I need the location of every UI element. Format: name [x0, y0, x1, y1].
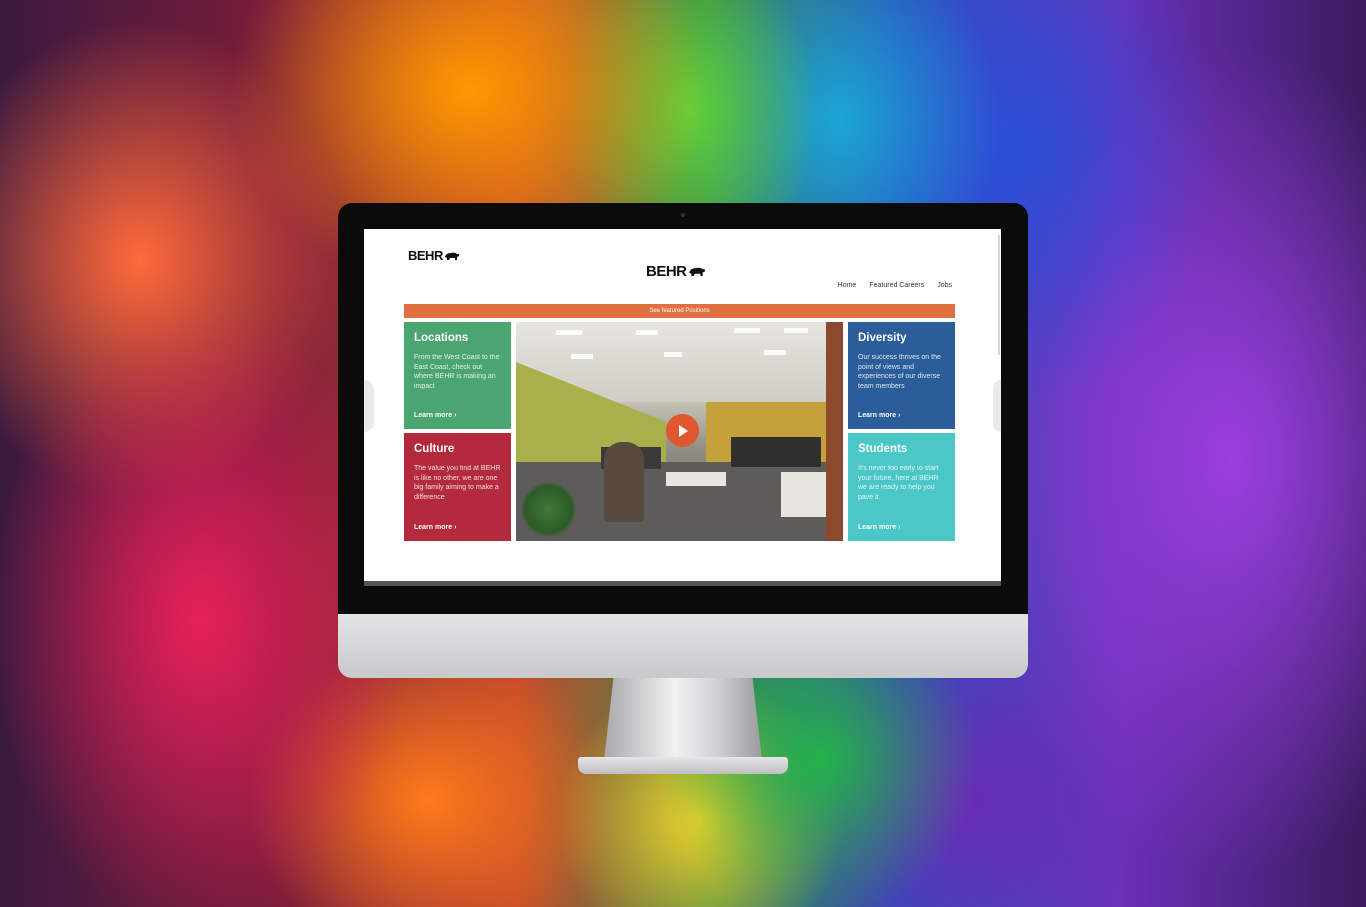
nav-home[interactable]: Home [838, 282, 857, 289]
bear-icon [688, 267, 705, 276]
top-nav: Home Featured Careers Jobs [838, 282, 952, 289]
chevron-right-icon: › [454, 524, 457, 531]
tile-title: Locations [414, 332, 469, 344]
person [604, 442, 644, 522]
camera [681, 213, 685, 217]
bear-icon [444, 252, 459, 260]
learn-more-link[interactable]: Learn more › [858, 412, 900, 419]
cubicles [731, 437, 821, 467]
monitor-chin [338, 614, 1028, 678]
plant [521, 482, 576, 537]
logo-small[interactable]: BEHR [408, 248, 460, 263]
logo-text: BEHR [408, 248, 443, 263]
logo-main[interactable]: BEHR [646, 263, 706, 280]
scrollbar[interactable] [998, 235, 1000, 355]
desk [666, 472, 726, 486]
tile-title: Diversity [858, 332, 907, 344]
ceiling-light [636, 330, 658, 335]
ceiling-light [734, 328, 760, 333]
tile-title: Culture [414, 443, 455, 455]
learn-more-link[interactable]: Learn more › [414, 524, 456, 531]
ceiling-light [556, 330, 582, 335]
monitor-stand [604, 678, 762, 760]
nav-featured-careers[interactable]: Featured Careers [869, 282, 924, 289]
ceiling-light [571, 354, 593, 359]
carousel-prev-edge[interactable] [364, 380, 374, 432]
office-video[interactable] [516, 322, 843, 541]
featured-positions-banner[interactable]: See featured Positions [404, 304, 955, 318]
tile-diversity[interactable]: Diversity Our success thrives on the poi… [848, 322, 955, 429]
website-screen: BEHR BEHR Home Featured Careers Jobs See… [364, 229, 1001, 586]
tile-body: It's never too early to start your futur… [858, 465, 939, 501]
tile-body: From the West Coast to the East Coast, c… [414, 354, 500, 390]
tile-body: Our success thrives on the point of view… [858, 354, 941, 390]
tile-body: The value you find at BEHR is like no ot… [414, 465, 501, 501]
chevron-right-icon: › [454, 412, 457, 419]
cabinet [781, 472, 826, 517]
learn-more-link[interactable]: Learn more › [414, 412, 456, 419]
chevron-right-icon: › [898, 524, 901, 531]
play-icon [678, 424, 688, 437]
tile-culture[interactable]: Culture The value you find at BEHR is li… [404, 433, 511, 541]
screen-bottom-edge [364, 581, 1001, 586]
tile-locations[interactable]: Locations From the West Coast to the Eas… [404, 322, 511, 429]
nav-jobs[interactable]: Jobs [937, 282, 952, 289]
door [826, 322, 843, 541]
ceiling-light [764, 350, 786, 355]
tile-students[interactable]: Students It's never too early to start y… [848, 433, 955, 541]
learn-more-link[interactable]: Learn more › [858, 524, 900, 531]
chevron-right-icon: › [898, 412, 901, 419]
play-button[interactable] [666, 414, 699, 447]
tile-title: Students [858, 443, 908, 455]
ceiling-light [664, 352, 682, 357]
logo-text: BEHR [646, 263, 687, 280]
carousel-next-edge[interactable] [993, 380, 1001, 432]
ceiling-light [784, 328, 808, 333]
monitor-base [578, 757, 788, 774]
